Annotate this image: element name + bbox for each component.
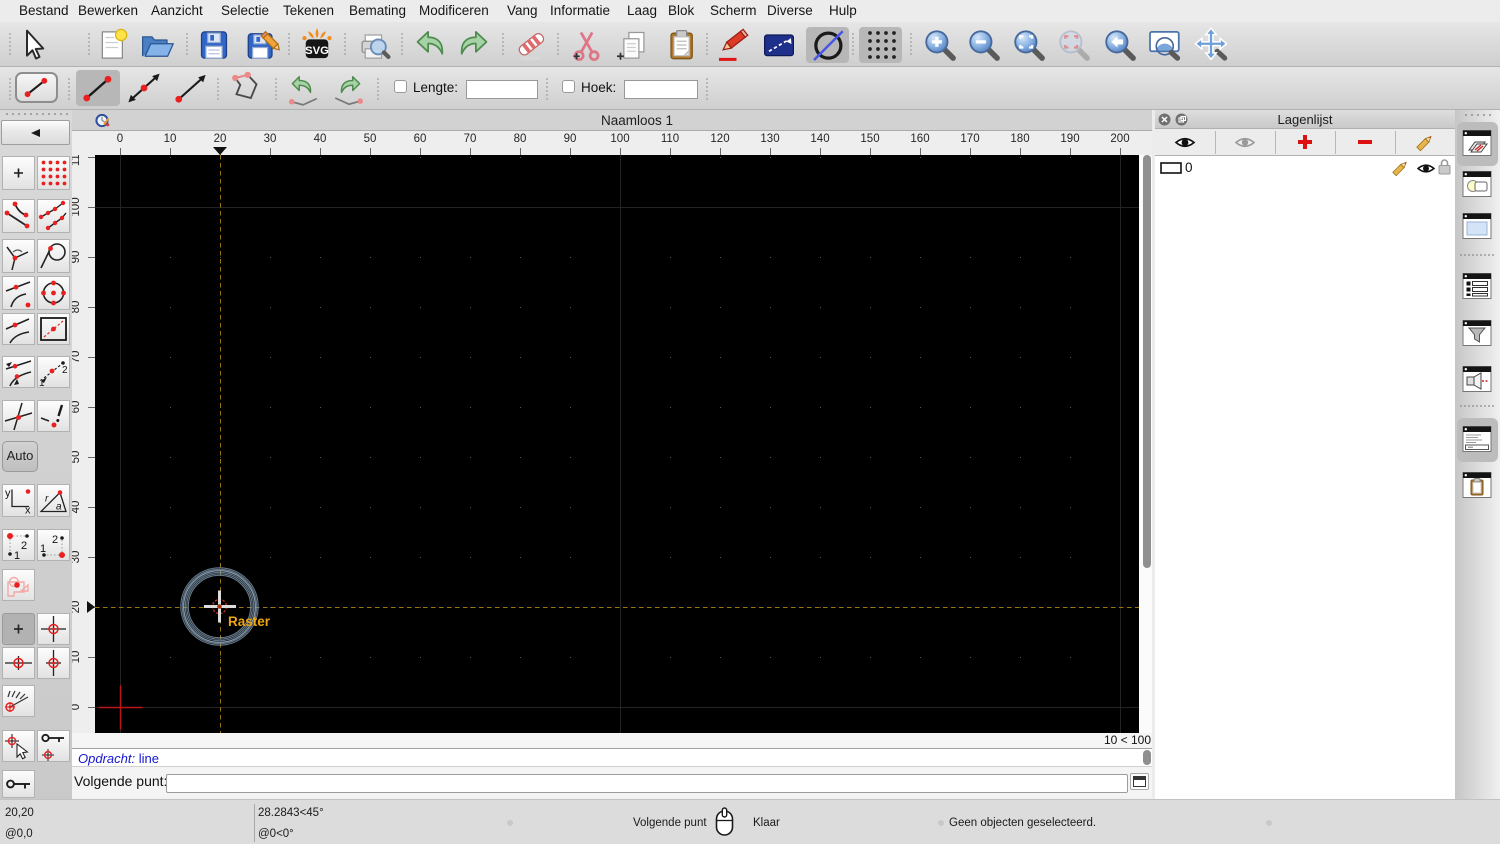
- svg-text:1: 1: [39, 378, 45, 388]
- svg-text:2: 2: [62, 365, 68, 376]
- svg-text:r: r: [45, 494, 49, 505]
- svg-text:a: a: [56, 502, 62, 513]
- svg-text:2: 2: [21, 540, 27, 552]
- svg-text:1: 1: [40, 543, 46, 555]
- svg-text:1: 1: [14, 550, 20, 561]
- svg-text:Raster: Raster: [228, 614, 271, 629]
- svg-text:2: 2: [52, 534, 58, 546]
- svg-text:SVG: SVG: [305, 45, 329, 57]
- svg-text:y: y: [5, 488, 11, 500]
